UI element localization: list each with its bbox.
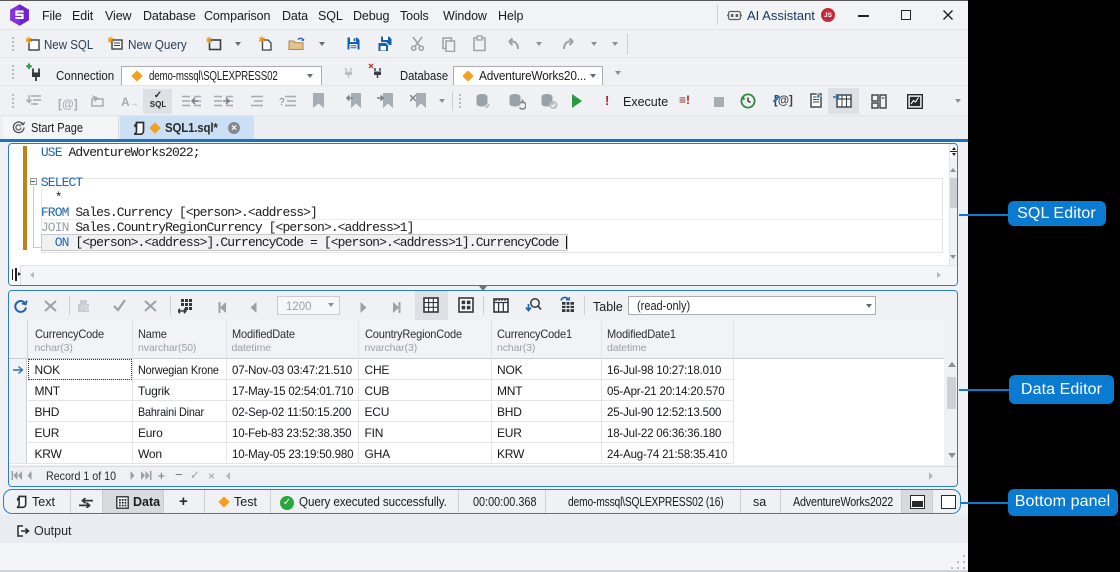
svg-text:FD: FD bbox=[81, 306, 90, 312]
svg-text:?: ? bbox=[279, 97, 285, 108]
